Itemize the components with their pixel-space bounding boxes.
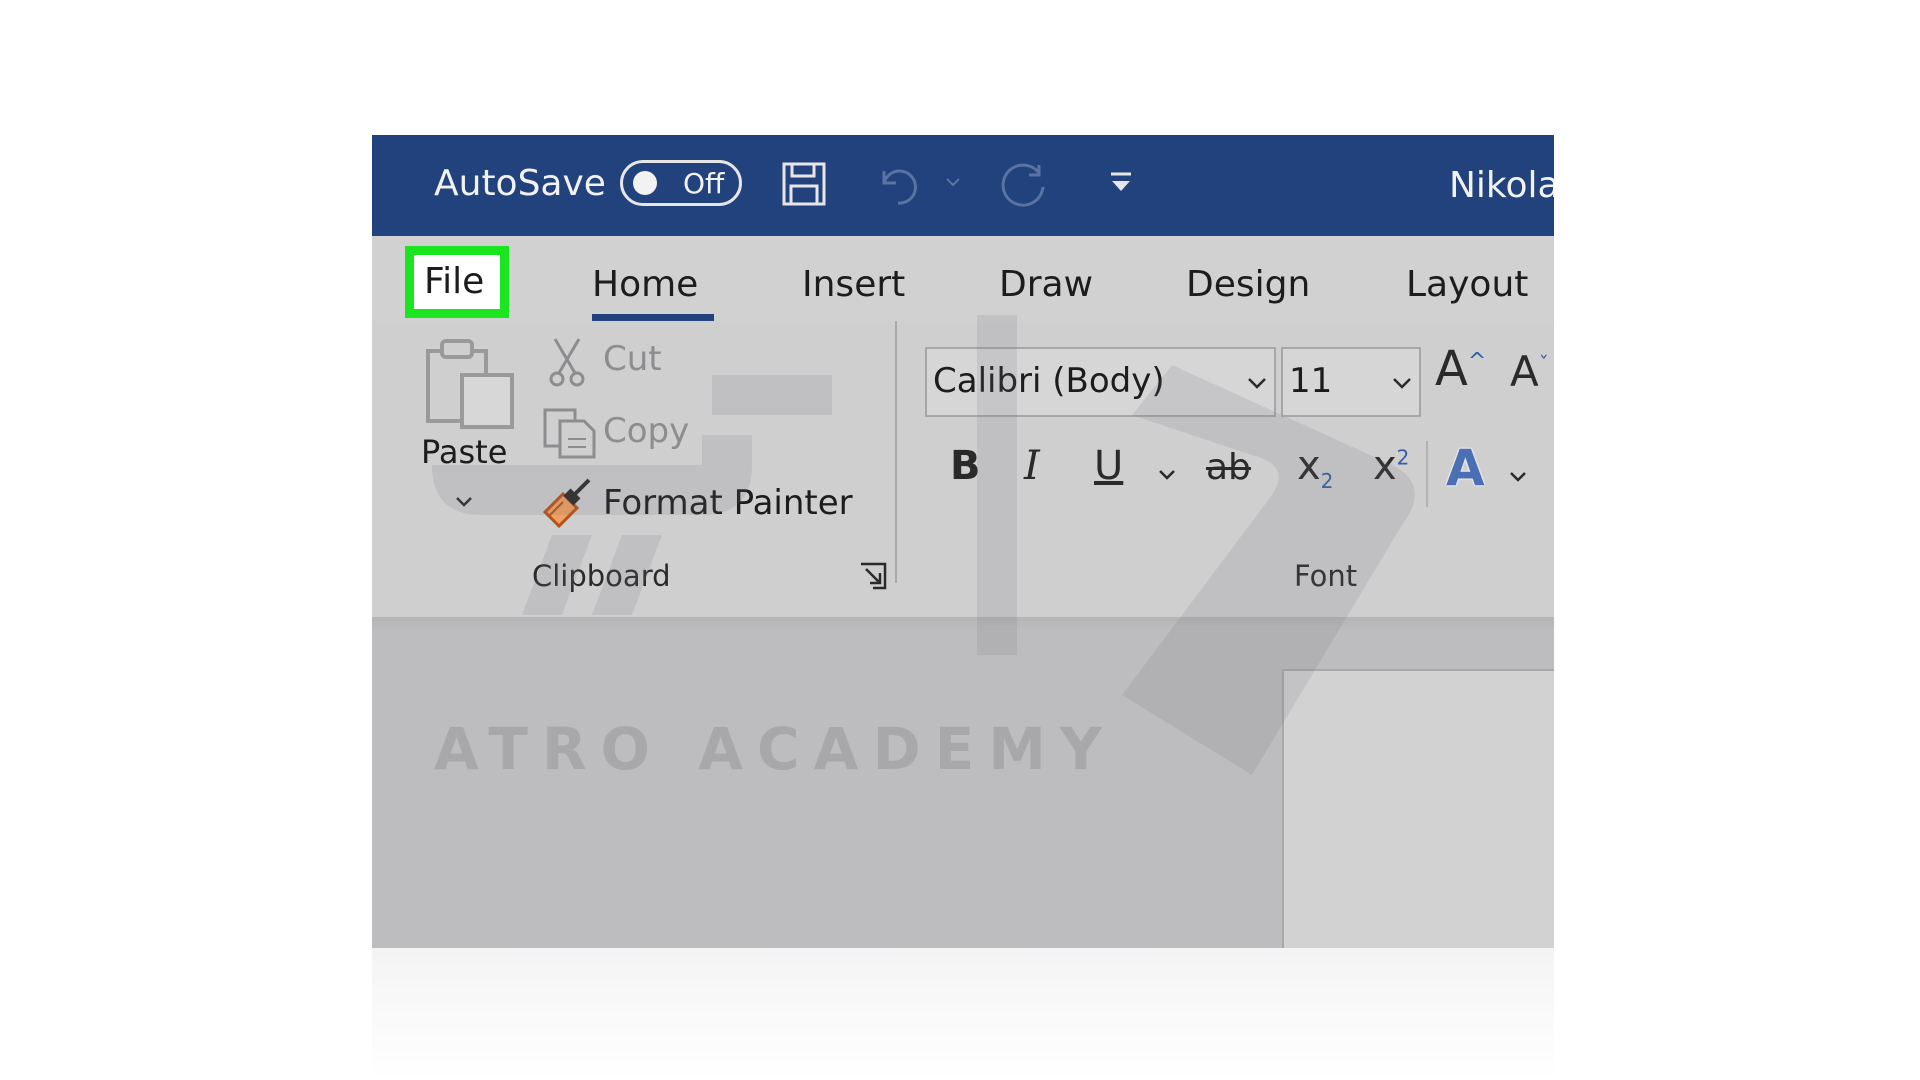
paste-label[interactable]: Paste — [421, 433, 507, 471]
shrink-font-icon[interactable]: Aˇ — [1510, 347, 1549, 396]
copy-icon[interactable] — [542, 407, 598, 463]
text-effects-chevron-icon[interactable] — [1508, 469, 1528, 488]
bottom-fade — [372, 948, 1554, 1080]
font-name-value: Calibri (Body) — [933, 361, 1165, 401]
undo-chevron-icon[interactable] — [945, 173, 961, 192]
customize-quick-access-icon[interactable] — [1107, 169, 1135, 201]
bold-icon[interactable]: B — [950, 443, 981, 489]
font-name-dropdown[interactable]: Calibri (Body) — [925, 347, 1276, 417]
document-page[interactable] — [1282, 669, 1554, 948]
ribbon-home: Paste Cut Copy Format Painter Clipboard … — [372, 321, 1554, 617]
grow-font-glyph: A — [1435, 341, 1468, 397]
chevron-down-icon — [1391, 375, 1413, 394]
subscript-icon[interactable]: x2 — [1297, 443, 1333, 493]
scissors-icon[interactable] — [547, 337, 587, 391]
group-separator — [895, 321, 897, 583]
save-icon[interactable] — [781, 161, 827, 211]
underline-icon[interactable]: U — [1094, 443, 1123, 489]
ribbon-shadow — [372, 617, 1554, 631]
tab-layout[interactable]: Layout — [1406, 264, 1528, 305]
superscript-icon[interactable]: x2 — [1373, 443, 1409, 489]
shrink-font-glyph: A — [1510, 347, 1539, 396]
text-effects-icon[interactable]: A — [1446, 439, 1485, 497]
redo-icon[interactable] — [999, 161, 1051, 215]
subscript-glyph: x — [1297, 443, 1321, 489]
subscript-index: 2 — [1320, 469, 1334, 493]
underline-chevron-icon[interactable] — [1157, 467, 1177, 486]
paste-chevron-icon[interactable] — [454, 493, 474, 512]
autosave-state: Off — [683, 167, 725, 200]
format-painter-label[interactable]: Format Painter — [603, 483, 853, 523]
chevron-down-icon — [1246, 375, 1268, 394]
dialog-launcher-icon[interactable] — [858, 561, 888, 595]
tab-file[interactable]: File — [405, 246, 509, 318]
active-tab-indicator — [592, 314, 714, 321]
title-bar: AutoSave Off Nikola — [372, 135, 1554, 236]
format-separator — [1426, 441, 1428, 507]
italic-icon[interactable]: I — [1024, 443, 1040, 489]
copy-label[interactable]: Copy — [603, 411, 689, 451]
undo-icon[interactable] — [874, 161, 922, 211]
cut-label[interactable]: Cut — [603, 339, 662, 379]
tab-draw[interactable]: Draw — [999, 264, 1093, 305]
tab-home[interactable]: Home — [592, 264, 698, 305]
strikethrough-icon[interactable]: ab — [1206, 447, 1251, 488]
user-name[interactable]: Nikola — [1449, 165, 1554, 206]
toggle-knob — [633, 171, 657, 195]
tab-design[interactable]: Design — [1186, 264, 1310, 305]
paste-icon[interactable] — [424, 335, 520, 435]
font-group-label: Font — [1294, 559, 1358, 593]
ribbon-tabs: File Home Insert Draw Design Layout — [372, 236, 1554, 321]
superscript-glyph: x — [1373, 443, 1397, 489]
watermark-text: ATRO ACADEMY — [434, 715, 1116, 783]
superscript-index: 2 — [1396, 445, 1410, 470]
format-painter-icon[interactable] — [541, 476, 595, 534]
tab-insert[interactable]: Insert — [802, 264, 905, 305]
font-size-dropdown[interactable]: 11 — [1281, 347, 1421, 417]
word-window: AutoSave Off Nikola File Home Insert Dra… — [372, 135, 1554, 948]
clipboard-group-label: Clipboard — [532, 559, 671, 593]
font-size-value: 11 — [1289, 361, 1333, 401]
autosave-label: AutoSave — [434, 163, 606, 204]
autosave-toggle[interactable]: Off — [620, 160, 742, 206]
grow-font-icon[interactable]: A^ — [1435, 341, 1486, 397]
